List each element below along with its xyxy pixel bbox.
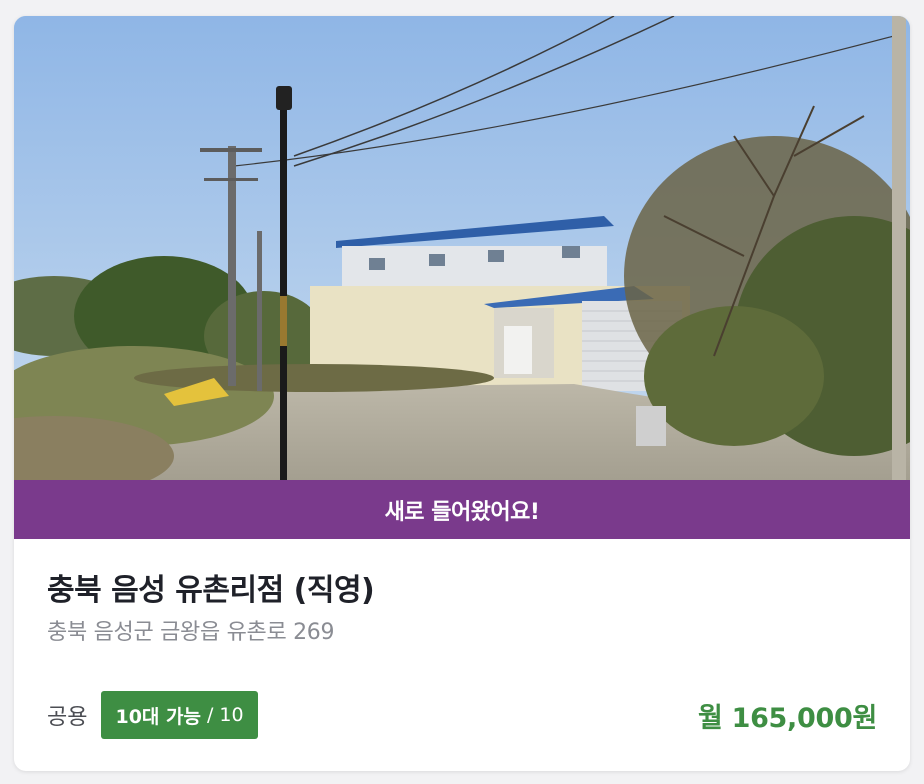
listing-address: 충북 음성군 금왕읍 유촌로 269	[47, 620, 335, 645]
new-listing-banner: 새로 들어왔어요!	[14, 480, 910, 539]
availability-count: 10대 가능	[115, 705, 201, 728]
parking-type-label: 공용	[47, 705, 88, 730]
availability-separator: /	[206, 704, 214, 726]
monthly-price: 월 165,000원	[697, 702, 877, 734]
availability-badge: 10대 가능 / 10	[101, 691, 258, 739]
parking-lot-photo	[14, 16, 910, 480]
parking-listing-card[interactable]: 새로 들어왔어요! 충북 음성 유촌리점 (직영) 충북 음성군 금왕읍 유촌로…	[14, 16, 910, 771]
banner-text: 새로 들어왔어요!	[384, 499, 540, 525]
availability-total: 10	[219, 704, 244, 726]
listing-title[interactable]: 충북 음성 유촌리점 (직영)	[47, 565, 375, 609]
listing-footer: 공용 10대 가능 / 10 월 165,000원	[47, 691, 877, 739]
